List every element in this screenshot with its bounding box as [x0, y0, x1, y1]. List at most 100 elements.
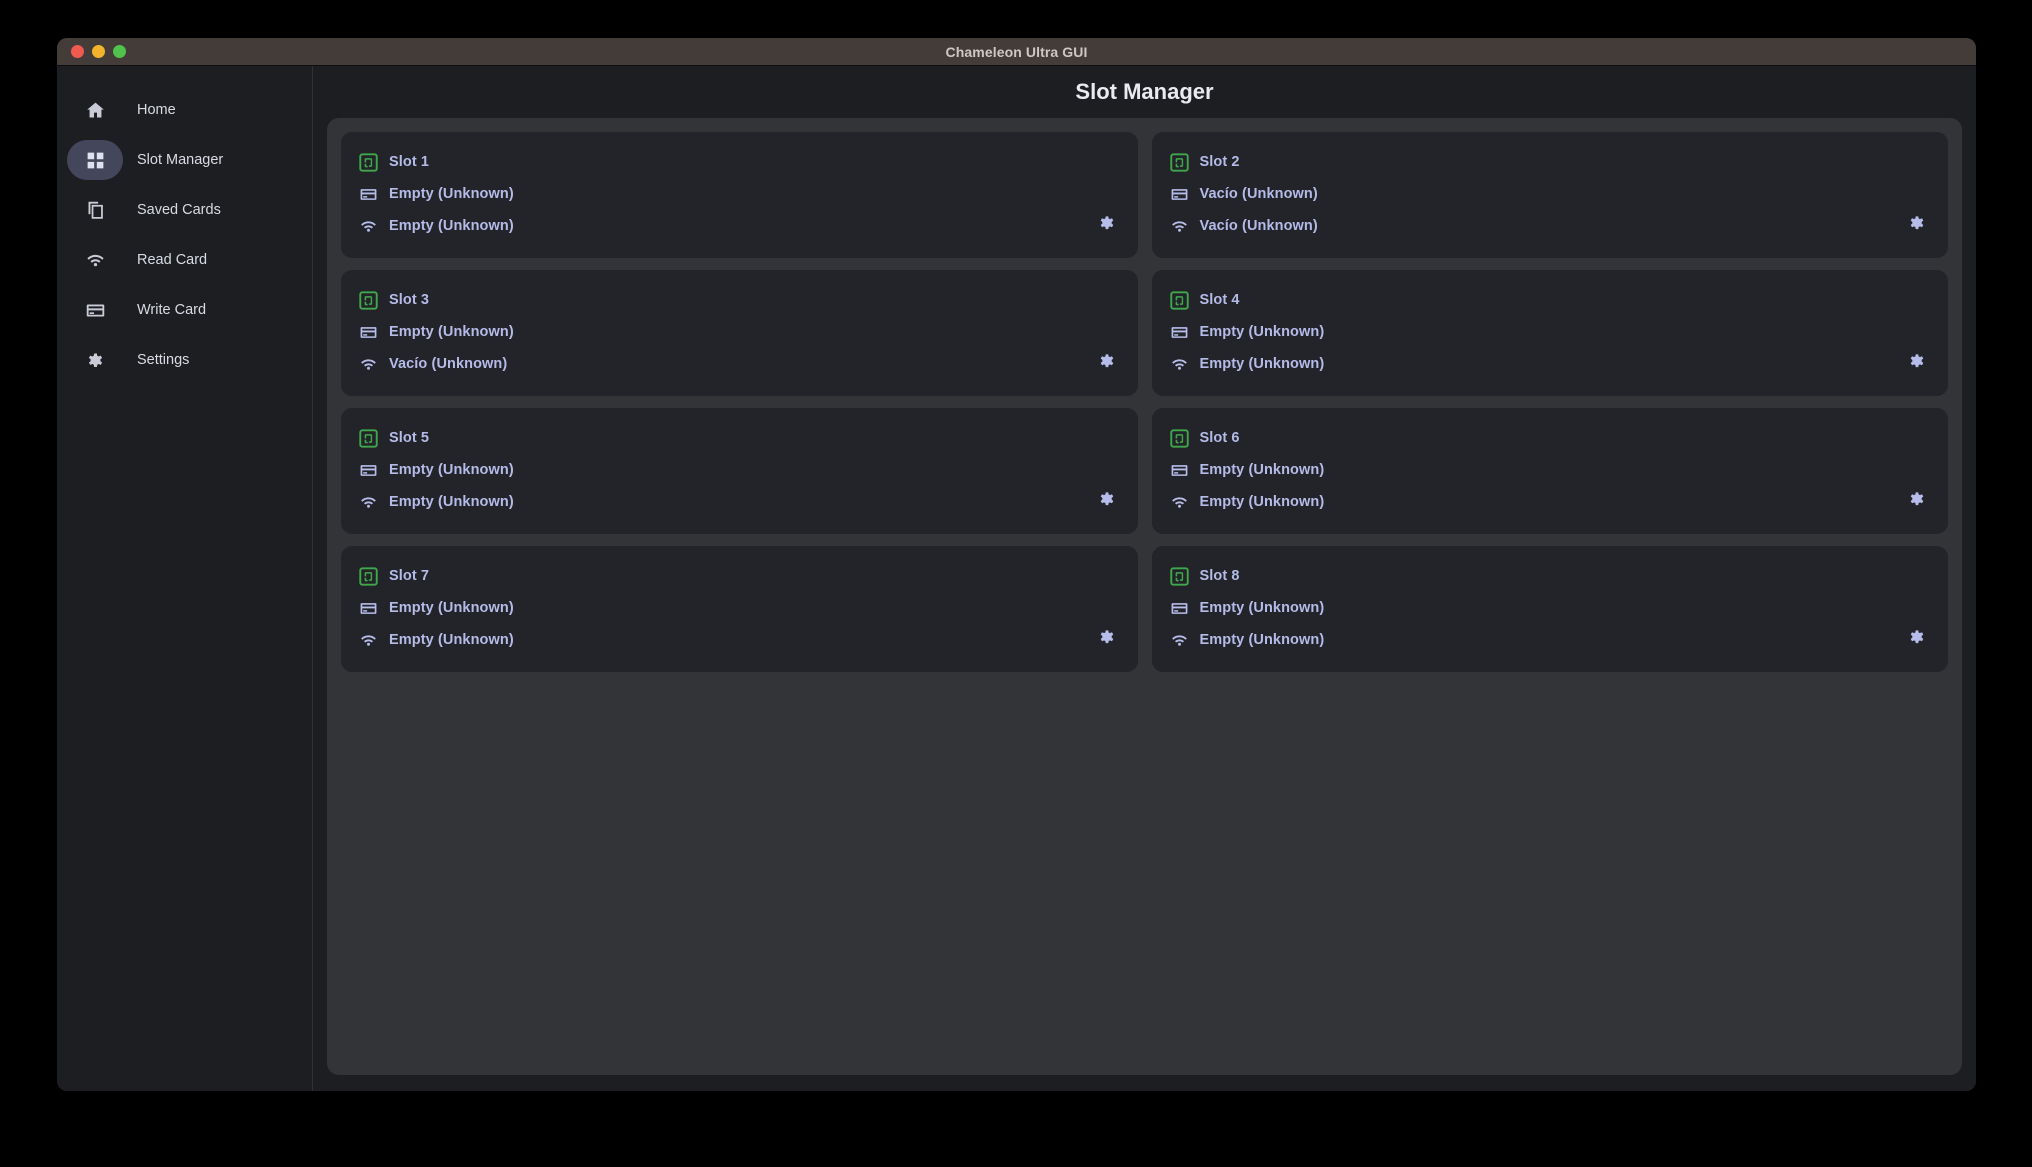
slot-settings-button[interactable]: [1904, 488, 1930, 514]
slot-card[interactable]: Slot 7 Empty (Unknown) Empty (Unknown): [341, 546, 1138, 672]
slot-lf-status: Empty (Unknown): [1200, 494, 1325, 510]
slot-panel: Slot 1Empty (Unknown)Empty (Unknown)Slot…: [327, 118, 1962, 1075]
sidebar-item-slot-manager[interactable]: Slot Manager: [67, 138, 302, 182]
slot-lf-row: Empty (Unknown): [359, 486, 1120, 518]
slot-lf-row: Empty (Unknown): [1170, 486, 1931, 518]
nfc-chip-icon: [359, 567, 378, 586]
credit-card-icon: [1170, 461, 1189, 480]
slot-lf-status: Vacío (Unknown): [389, 356, 507, 372]
wifi-nfc-icon: [359, 355, 378, 374]
page-title: Slot Manager: [1075, 79, 1213, 105]
slot-name: Slot 2: [1200, 154, 1240, 170]
slot-hf-status: Empty (Unknown): [389, 324, 514, 340]
slot-settings-button[interactable]: [1094, 626, 1120, 652]
slot-hf-row: Empty (Unknown): [359, 454, 1120, 486]
gear-icon: [1907, 351, 1927, 376]
slot-card[interactable]: Slot 6Empty (Unknown)Empty (Unknown): [1152, 408, 1949, 534]
nfc-chip-icon: [359, 291, 378, 310]
gear-icon: [1097, 351, 1117, 376]
slot-name: Slot 8: [1200, 568, 1240, 584]
slot-lf-status: Empty (Unknown): [389, 632, 514, 648]
slot-settings-button[interactable]: [1904, 350, 1930, 376]
slot-hf-row: Empty (Unknown): [359, 316, 1120, 348]
slot-card[interactable]: Slot 5Empty (Unknown)Empty (Unknown): [341, 408, 1138, 534]
sidebar-item-label: Write Card: [137, 302, 206, 318]
sidebar-item-label: Settings: [137, 352, 189, 368]
nfc-chip-icon: [1170, 567, 1189, 586]
credit-card-icon: [359, 323, 378, 342]
slot-settings-button[interactable]: [1094, 212, 1120, 238]
slot-lf-status: Empty (Unknown): [1200, 632, 1325, 648]
wifi-nfc-icon: [359, 217, 378, 236]
slot-settings-button[interactable]: [1904, 626, 1930, 652]
slot-lf-row: Empty (Unknown): [1170, 624, 1931, 656]
slot-title-row: Slot 5: [359, 422, 1120, 454]
slot-title-row: Slot 8: [1170, 560, 1931, 592]
sidebar-item-write-card[interactable]: Write Card: [67, 288, 302, 332]
slot-hf-row: Empty (Unknown): [1170, 592, 1931, 624]
slot-hf-status: Empty (Unknown): [1200, 324, 1325, 340]
slot-hf-row: Empty (Unknown): [1170, 454, 1931, 486]
sidebar-item-home[interactable]: Home: [67, 88, 302, 132]
sidebar-item-label: Read Card: [137, 252, 207, 268]
slot-hf-status: Empty (Unknown): [389, 600, 514, 616]
slot-card[interactable]: Slot 4 Empty (Unknown) Empty (Unknown): [1152, 270, 1949, 396]
traffic-light-group: [71, 45, 126, 58]
slot-settings-button[interactable]: [1904, 212, 1930, 238]
slot-lf-row: Empty (Unknown): [359, 624, 1120, 656]
nfc-chip-icon: [1170, 429, 1189, 448]
nfc-chip-icon: [1170, 153, 1189, 172]
slot-name: Slot 7: [389, 568, 429, 584]
slot-lf-row: Empty (Unknown): [359, 210, 1120, 242]
minimize-window-button[interactable]: [92, 45, 105, 58]
credit-card-icon: [359, 461, 378, 480]
home-icon: [67, 90, 123, 130]
credit-card-icon: [359, 599, 378, 618]
credit-card-icon: [1170, 599, 1189, 618]
slot-hf-status: Empty (Unknown): [1200, 600, 1325, 616]
maximize-window-button[interactable]: [113, 45, 126, 58]
slot-lf-status: Empty (Unknown): [389, 218, 514, 234]
copy-cards-icon: [67, 190, 123, 230]
slot-hf-status: Empty (Unknown): [389, 186, 514, 202]
slot-title-row: Slot 3: [359, 284, 1120, 316]
sidebar-item-saved-cards[interactable]: Saved Cards: [67, 188, 302, 232]
wifi-nfc-icon: [359, 493, 378, 512]
slot-name: Slot 1: [389, 154, 429, 170]
slot-card[interactable]: Slot 3 Empty (Unknown) Vacío (Unknown): [341, 270, 1138, 396]
slot-hf-row: Empty (Unknown): [359, 178, 1120, 210]
gear-icon: [1097, 627, 1117, 652]
gear-icon: [1907, 213, 1927, 238]
gear-icon: [1097, 489, 1117, 514]
slot-card[interactable]: Slot 2Vacío (Unknown)Vacío (Unknown): [1152, 132, 1949, 258]
slot-name: Slot 3: [389, 292, 429, 308]
nfc-chip-icon: [359, 153, 378, 172]
gear-icon: [1907, 489, 1927, 514]
slot-card[interactable]: Slot 8 Empty (Unknown) Empty (Unknown): [1152, 546, 1949, 672]
page-header: Slot Manager: [313, 66, 1976, 118]
sidebar-item-settings[interactable]: Settings: [67, 338, 302, 382]
gear-icon: [1097, 213, 1117, 238]
slot-card[interactable]: Slot 1 Empty (Unknown) Empty (Unknown): [341, 132, 1138, 258]
credit-card-icon: [1170, 185, 1189, 204]
nfc-chip-icon: [359, 429, 378, 448]
slot-title-row: Slot 1: [359, 146, 1120, 178]
slot-lf-status: Vacío (Unknown): [1200, 218, 1318, 234]
sidebar-nav: Home Slot Manager Saved Cards Read Card Writ…: [57, 66, 313, 1091]
sidebar-item-read-card[interactable]: Read Card: [67, 238, 302, 282]
slot-settings-button[interactable]: [1094, 488, 1120, 514]
slot-grid: Slot 1Empty (Unknown)Empty (Unknown)Slot…: [341, 132, 1948, 672]
credit-card-icon: [67, 290, 123, 330]
wifi-nfc-icon: [1170, 217, 1189, 236]
slot-title-row: Slot 4: [1170, 284, 1931, 316]
gear-icon: [1907, 627, 1927, 652]
sidebar-item-label: Saved Cards: [137, 202, 221, 218]
slot-lf-row: Empty (Unknown): [1170, 348, 1931, 380]
close-window-button[interactable]: [71, 45, 84, 58]
sidebar-item-label: Slot Manager: [137, 152, 223, 168]
slot-settings-button[interactable]: [1094, 350, 1120, 376]
slot-lf-row: Vacío (Unknown): [359, 348, 1120, 380]
slot-title-row: Slot 7: [359, 560, 1120, 592]
wifi-nfc-icon: [1170, 355, 1189, 374]
credit-card-icon: [1170, 323, 1189, 342]
